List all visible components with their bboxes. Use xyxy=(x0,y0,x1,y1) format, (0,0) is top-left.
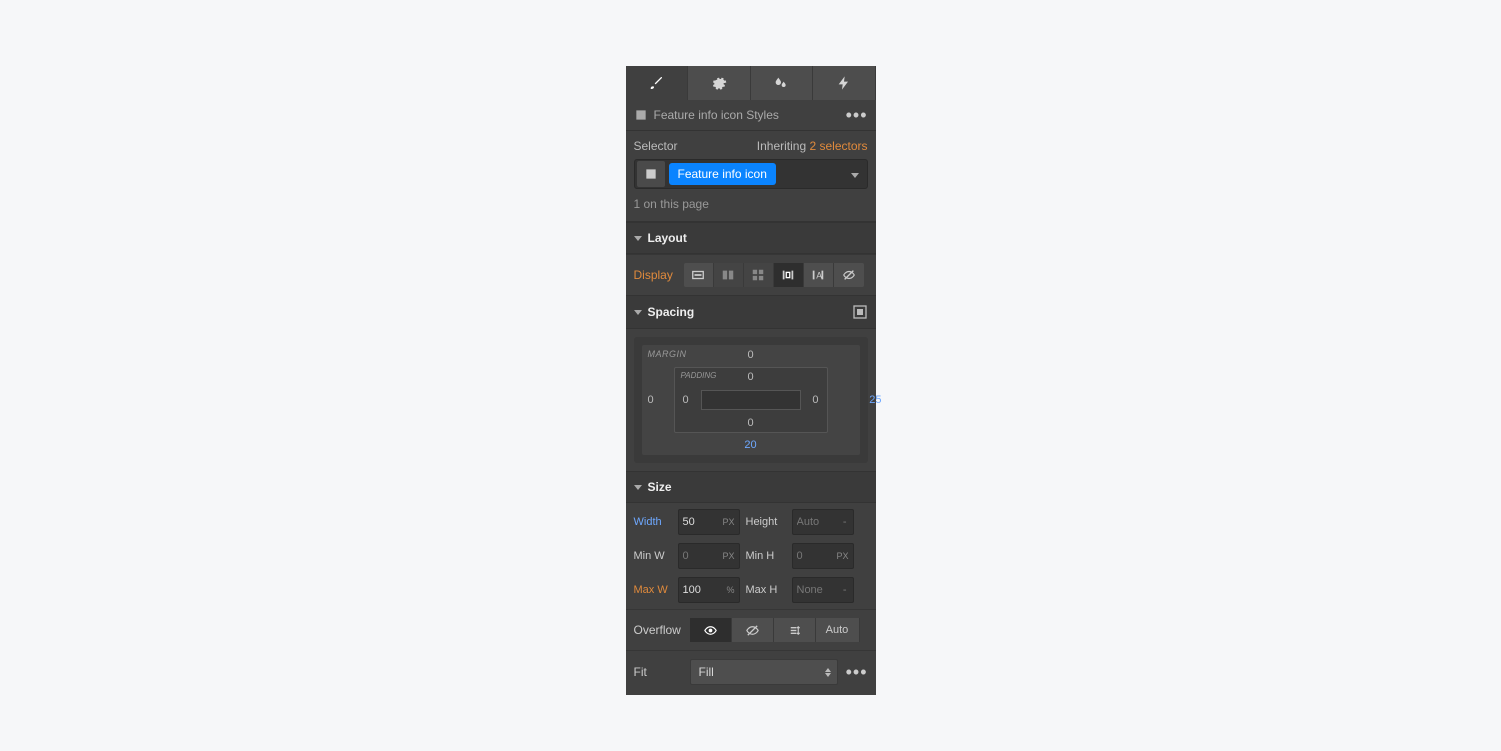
overflow-visible-button[interactable] xyxy=(690,618,732,642)
margin-box: MARGIN 0 20 0 25 PADDING 0 0 0 0 xyxy=(642,345,860,455)
image-icon xyxy=(634,108,648,122)
selector-header: Selector Inheriting 2 selectors xyxy=(626,131,876,157)
padding-left[interactable]: 0 xyxy=(683,394,689,406)
block-icon xyxy=(691,268,705,282)
size-grid: Width PX Height - Min W PX Min H PX Max … xyxy=(626,503,876,609)
display-grid-button[interactable] xyxy=(744,263,774,287)
overflow-auto-button[interactable]: Auto xyxy=(816,618,860,642)
chevron-down-icon xyxy=(851,173,859,178)
fit-row: Fit Fill ••• xyxy=(626,650,876,695)
height-input[interactable]: - xyxy=(792,509,854,535)
minw-label: Min W xyxy=(634,550,672,562)
tab-settings[interactable] xyxy=(688,66,751,100)
chevron-down-icon xyxy=(634,485,642,490)
maxh-label: Max H xyxy=(746,584,786,596)
selector-label: Selector xyxy=(634,139,678,153)
maxw-input[interactable]: % xyxy=(678,577,740,603)
fit-label: Fit xyxy=(634,665,682,679)
fit-more-button[interactable]: ••• xyxy=(846,669,868,675)
drops-icon xyxy=(773,75,789,91)
height-label: Height xyxy=(746,516,786,528)
spacing-presets-icon[interactable] xyxy=(852,304,868,320)
padding-top[interactable]: 0 xyxy=(747,371,753,383)
tab-effects[interactable] xyxy=(751,66,814,100)
display-label: Display xyxy=(634,268,678,282)
brush-icon xyxy=(648,75,664,91)
scroll-icon xyxy=(787,623,802,638)
bolt-icon xyxy=(836,75,852,91)
chevron-down-icon xyxy=(634,236,642,241)
image-icon xyxy=(644,167,658,181)
margin-top[interactable]: 0 xyxy=(747,349,753,361)
display-row: Display A xyxy=(626,254,876,295)
overflow-options: Auto xyxy=(690,618,860,642)
selector-input[interactable]: Feature info icon xyxy=(634,159,868,189)
panel-title: Feature info icon Styles xyxy=(654,108,846,122)
inlineblock-icon xyxy=(781,268,795,282)
padding-right[interactable]: 0 xyxy=(812,394,818,406)
padding-label: PADDING xyxy=(681,371,717,380)
eye-icon xyxy=(703,623,718,638)
display-flex-button[interactable] xyxy=(714,263,744,287)
display-inlineblock-button[interactable] xyxy=(774,263,804,287)
overflow-row: Overflow Auto xyxy=(626,609,876,650)
display-none-button[interactable] xyxy=(834,263,864,287)
chevron-down-icon xyxy=(634,310,642,315)
minh-label: Min H xyxy=(746,550,786,562)
spacing-editor: MARGIN 0 20 0 25 PADDING 0 0 0 0 xyxy=(634,337,868,463)
section-size-header[interactable]: Size xyxy=(626,471,876,503)
select-arrows-icon xyxy=(825,668,831,677)
selector-caret[interactable] xyxy=(851,167,859,181)
style-panel: Feature info icon Styles ••• Selector In… xyxy=(626,66,876,695)
eye-off-icon xyxy=(842,268,856,282)
margin-left[interactable]: 0 xyxy=(648,394,654,406)
display-inline-button[interactable]: A xyxy=(804,263,834,287)
width-input[interactable]: PX xyxy=(678,509,740,535)
minh-input[interactable]: PX xyxy=(792,543,854,569)
padding-box: PADDING 0 0 0 0 xyxy=(674,367,828,433)
tab-interactions[interactable] xyxy=(813,66,876,100)
gear-icon xyxy=(711,75,727,91)
maxw-label: Max W xyxy=(634,584,672,596)
panel-header: Feature info icon Styles ••• xyxy=(626,100,876,131)
selector-type-icon[interactable] xyxy=(637,161,665,187)
fit-select[interactable]: Fill xyxy=(690,659,838,685)
margin-label: MARGIN xyxy=(648,349,687,359)
inheriting-link[interactable]: 2 selectors xyxy=(809,139,867,153)
section-spacing-header[interactable]: Spacing xyxy=(626,295,876,329)
more-button[interactable]: ••• xyxy=(846,112,868,118)
display-options: A xyxy=(684,263,864,287)
maxh-input[interactable]: - xyxy=(792,577,854,603)
inline-icon: A xyxy=(811,268,825,282)
tab-style[interactable] xyxy=(626,66,689,100)
section-layout-header[interactable]: Layout xyxy=(626,222,876,254)
eye-off-icon xyxy=(745,623,760,638)
selector-count: 1 on this page xyxy=(626,189,876,222)
inheriting-text: Inheriting 2 selectors xyxy=(757,139,868,153)
display-block-button[interactable] xyxy=(684,263,714,287)
content-box xyxy=(701,390,801,410)
panel-tabs xyxy=(626,66,876,100)
width-label: Width xyxy=(634,516,672,528)
grid-icon xyxy=(751,268,765,282)
margin-bottom[interactable]: 20 xyxy=(744,439,756,451)
minw-input[interactable]: PX xyxy=(678,543,740,569)
flex-icon xyxy=(721,268,735,282)
selector-chip[interactable]: Feature info icon xyxy=(669,163,776,185)
overflow-scroll-button[interactable] xyxy=(774,618,816,642)
svg-text:A: A xyxy=(816,271,822,281)
margin-right[interactable]: 25 xyxy=(869,394,881,406)
padding-bottom[interactable]: 0 xyxy=(747,417,753,429)
overflow-hidden-button[interactable] xyxy=(732,618,774,642)
overflow-label: Overflow xyxy=(634,623,682,637)
